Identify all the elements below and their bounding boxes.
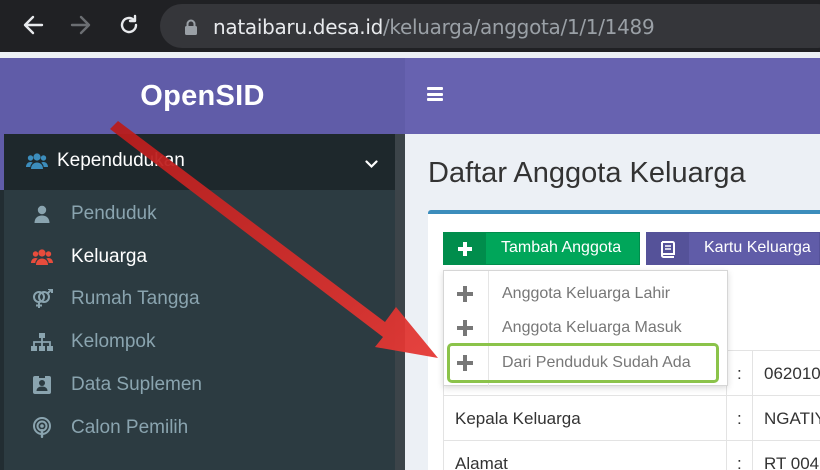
plus-icon (456, 319, 474, 342)
sidebar-item-rumah-tangga[interactable]: Rumah Tangga (4, 277, 395, 319)
app-logo[interactable]: OpenSID (140, 80, 265, 113)
dropdown-item-label: Anggota Keluarga Lahir (502, 285, 671, 302)
id-card-icon (30, 374, 54, 396)
url-host: nataibaru.desa.id (213, 15, 383, 39)
dropdown-item-lahir[interactable]: Anggota Keluarga Lahir (444, 277, 729, 311)
sidebar-section-label: Kependudukan (57, 150, 185, 171)
kartu-keluarga-button[interactable]: Kartu Keluarga (646, 232, 820, 265)
top-navbar (405, 58, 820, 134)
sidebar-item-label: Calon Pemilih (71, 417, 189, 438)
address-bar[interactable]: nataibaru.desa.id/keluarga/anggota/1/1/1… (160, 4, 820, 48)
highlight-box (447, 343, 719, 383)
podcast-icon (30, 417, 54, 439)
sidebar-submenu: Penduduk Keluarga Rumah Tangga Kelompok … (4, 190, 395, 470)
url-text: nataibaru.desa.id/keluarga/anggota/1/1/1… (213, 15, 655, 39)
book-icon (647, 233, 689, 264)
row-value: NGATIY (764, 409, 820, 428)
chevron-down-icon[interactable] (365, 156, 378, 174)
dropdown-item-masuk[interactable]: Anggota Keluarga Masuk (444, 311, 729, 345)
sitemap-icon (30, 331, 54, 353)
reload-icon[interactable] (114, 10, 144, 40)
app-logo-bar[interactable]: OpenSID (0, 58, 405, 134)
tambah-anggota-button[interactable]: Tambah Anggota (443, 232, 640, 265)
venus-mars-icon (30, 288, 54, 310)
row-separator: : (737, 409, 742, 428)
plus-icon (456, 285, 474, 308)
users-icon (30, 246, 54, 268)
user-icon (30, 203, 54, 225)
sidebar-scrollbar[interactable] (395, 134, 405, 470)
sidebar-item-label: Keluarga (71, 246, 148, 267)
kartu-keluarga-label: Kartu Keluarga (704, 239, 811, 256)
row-label: Alamat (455, 454, 508, 470)
url-path: /keluarga/anggota/1/1/1489 (382, 15, 655, 39)
table-row: Alamat : RT 004 (443, 440, 820, 470)
row-value: 0620102 (764, 364, 820, 383)
lock-icon (184, 19, 198, 41)
plus-icon (444, 233, 486, 264)
back-arrow-icon[interactable] (18, 10, 48, 40)
sidebar-item-calon-pemilih[interactable]: Calon Pemilih (4, 406, 395, 448)
sidebar-item-data-suplemen[interactable]: Data Suplemen (4, 363, 395, 405)
row-separator: : (737, 364, 742, 383)
row-value: RT 004 (764, 454, 820, 470)
sidebar-item-kelompok[interactable]: Kelompok (4, 320, 395, 362)
row-label: Kepala Keluarga (455, 409, 581, 428)
sidebar-item-label: Rumah Tangga (71, 288, 200, 309)
sidebar-item-penduduk[interactable]: Penduduk (4, 192, 395, 234)
page-title: Daftar Anggota Keluarga (428, 157, 746, 189)
forward-arrow-icon[interactable] (66, 10, 96, 40)
table-row: Kepala Keluarga : NGATIY (443, 395, 820, 440)
tambah-anggota-label: Tambah Anggota (501, 239, 622, 256)
users-icon (26, 152, 48, 175)
browser-toolbar: nataibaru.desa.id/keluarga/anggota/1/1/1… (0, 0, 820, 52)
row-separator: : (737, 454, 742, 470)
sidebar-item-keluarga[interactable]: Keluarga (4, 235, 395, 277)
sidebar-item-label: Data Suplemen (71, 374, 202, 395)
sidebar-item-label: Kelompok (71, 331, 156, 352)
dropdown-item-label: Anggota Keluarga Masuk (502, 319, 682, 336)
hamburger-menu-icon[interactable] (427, 87, 443, 101)
sidebar-item-label: Penduduk (71, 203, 157, 224)
